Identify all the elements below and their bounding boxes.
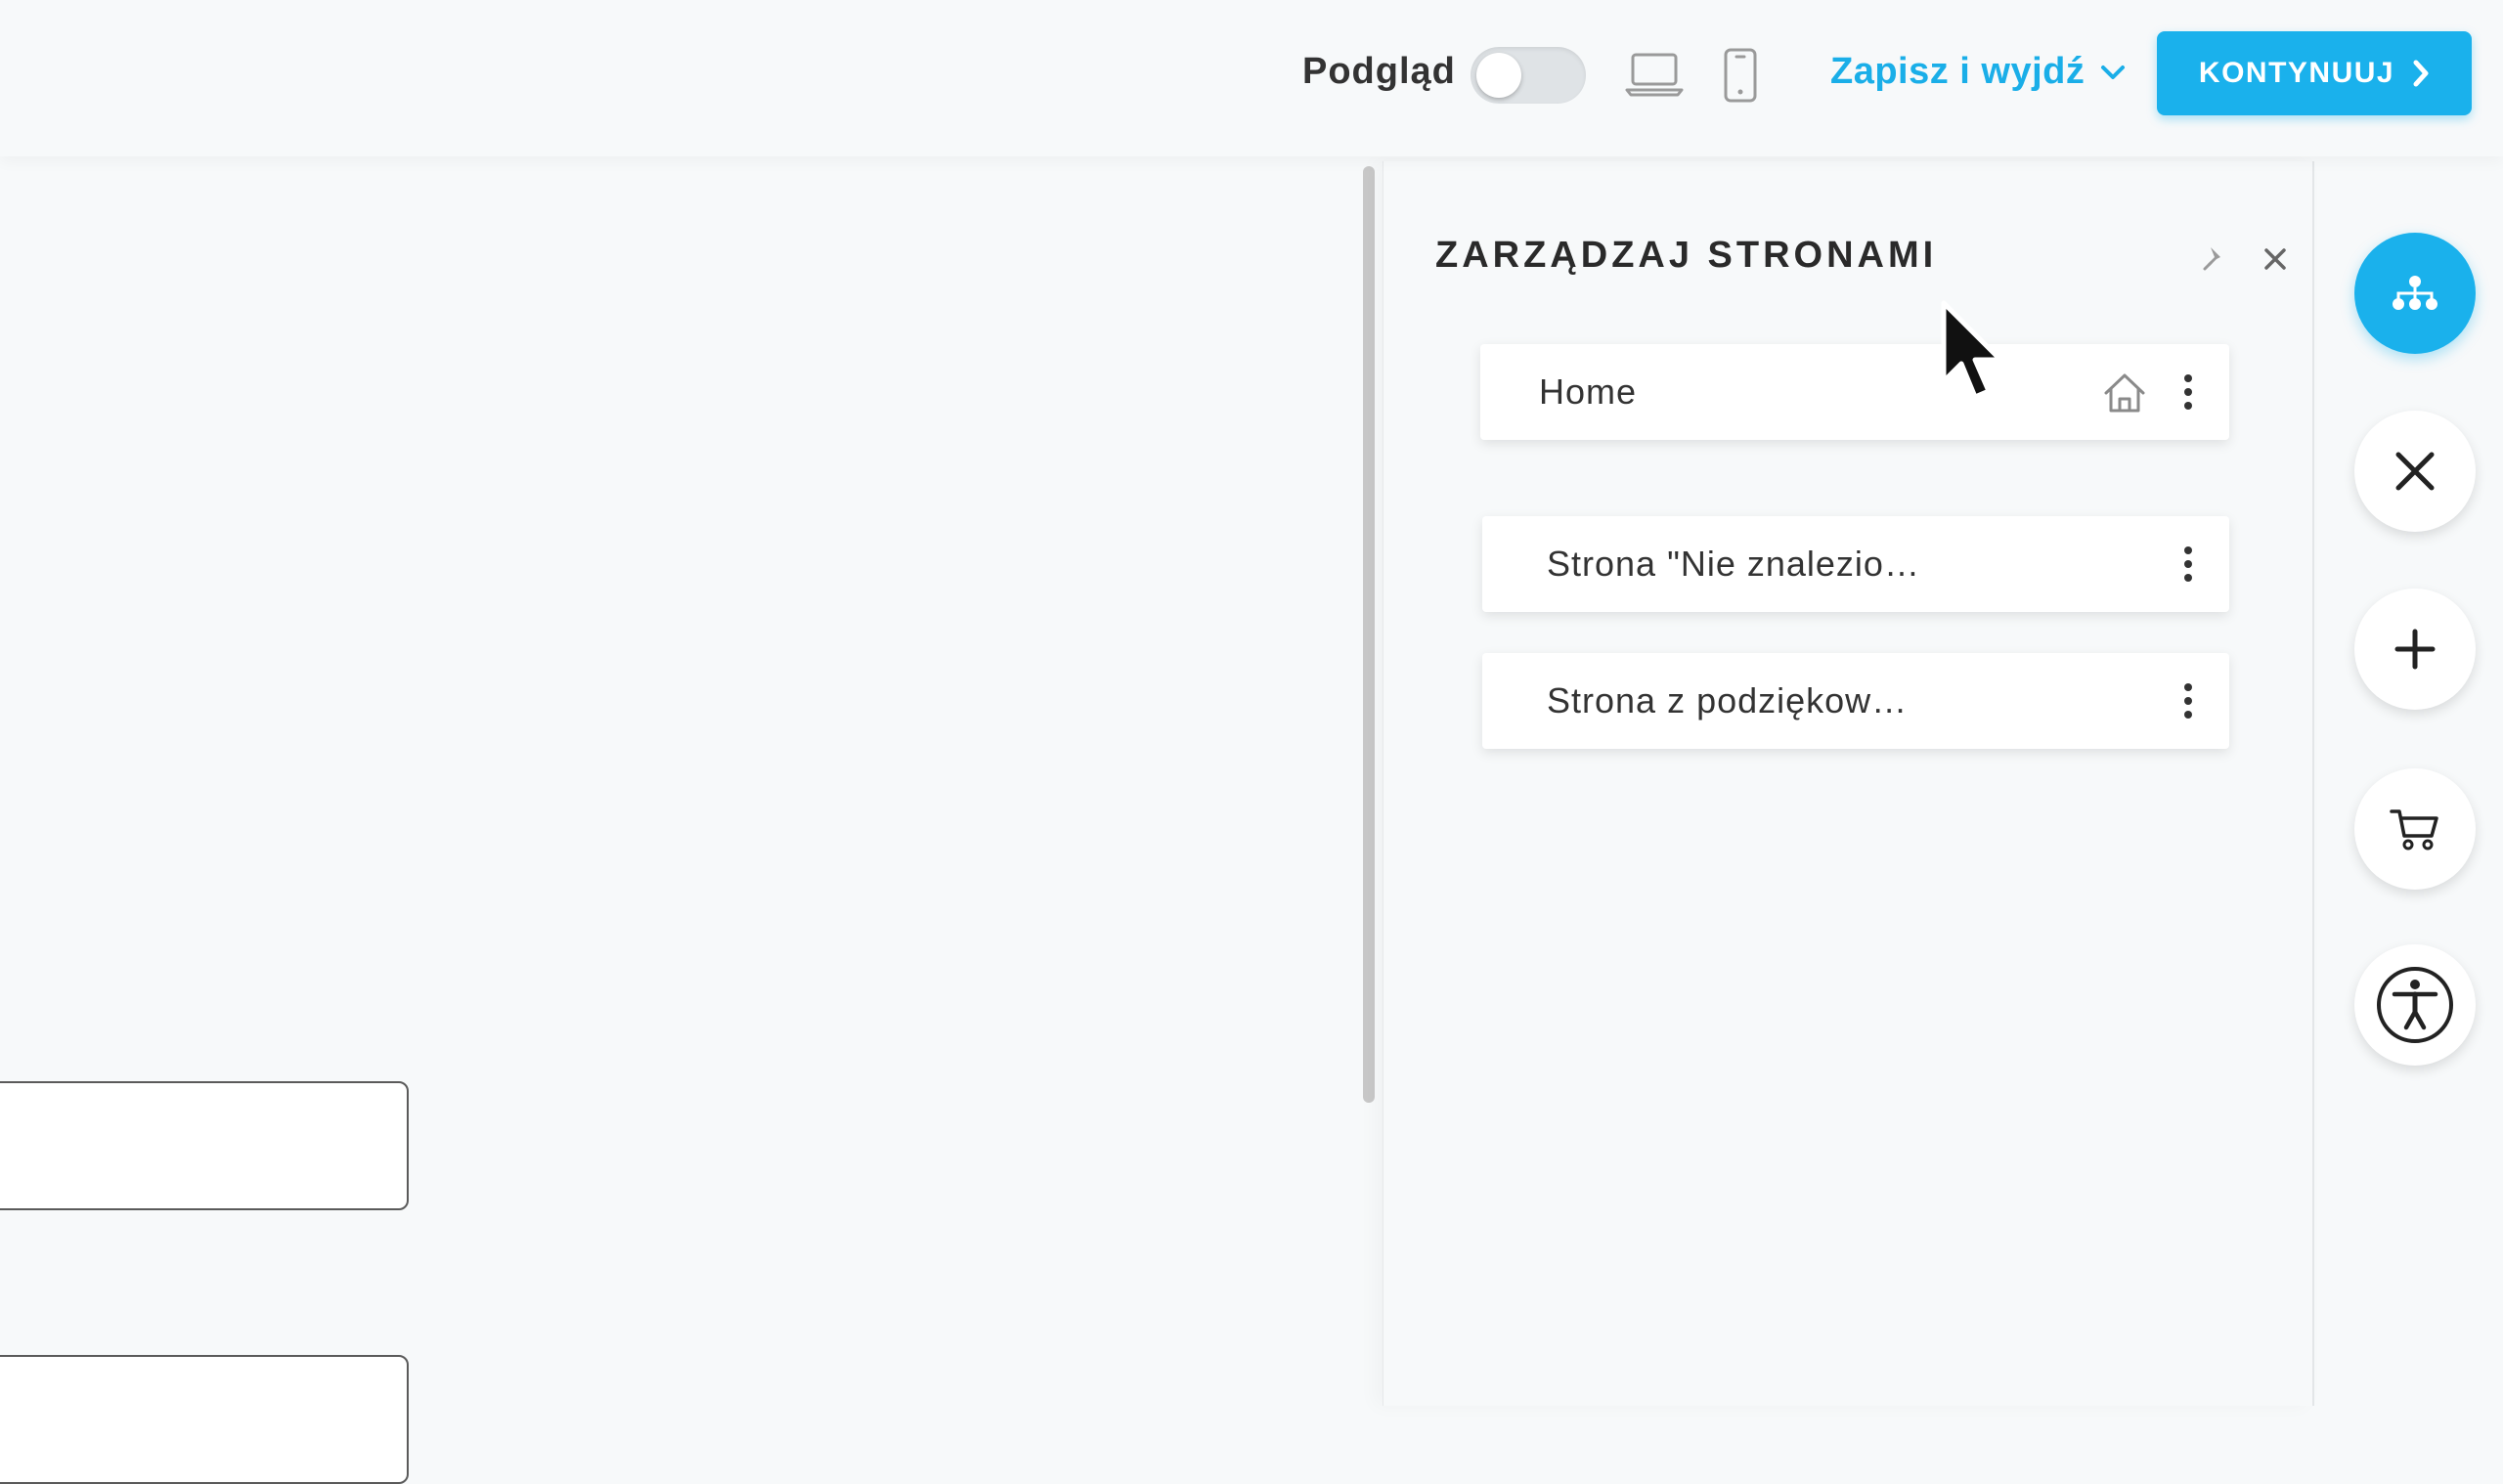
canvas-scrollbar[interactable] <box>1363 166 1375 1103</box>
page-item-label: Strona z podziękow… <box>1547 680 1909 720</box>
more-vertical-icon[interactable] <box>2182 545 2194 584</box>
more-vertical-icon[interactable] <box>2182 372 2194 412</box>
page-item-home[interactable]: Home <box>1480 344 2229 440</box>
tools-button[interactable] <box>2354 411 2476 532</box>
page-item-thank-you[interactable]: Strona z podziękow… <box>1482 653 2229 749</box>
canvas-input-box[interactable] <box>0 1081 409 1210</box>
home-icon <box>2104 373 2145 413</box>
chevron-right-icon <box>2413 60 2429 87</box>
plus-icon <box>2394 629 2436 670</box>
preview-label: Podgląd <box>1302 51 1456 92</box>
page-item-not-found[interactable]: Strona "Nie znalezio… <box>1482 516 2229 612</box>
more-vertical-icon[interactable] <box>2182 681 2194 720</box>
page-item-label: Home <box>1539 371 1638 412</box>
mouse-cursor-icon <box>1941 300 2003 400</box>
laptop-icon[interactable] <box>1625 49 1684 98</box>
continue-label: KONTYNUUJ <box>2198 57 2395 89</box>
canvas-input-box[interactable] <box>0 1355 409 1484</box>
panel-title: ZARZĄDZAJ STRONAMI <box>1435 235 1938 276</box>
add-element-button[interactable] <box>2354 589 2476 710</box>
store-button[interactable] <box>2354 768 2476 890</box>
close-icon[interactable] <box>2262 246 2288 272</box>
tools-icon <box>2395 452 2435 491</box>
toggle-knob <box>1476 53 1521 98</box>
sitemap-icon <box>2393 276 2437 310</box>
top-bar: Podgląd Zapisz i wyjdź KONTYNUUJ <box>0 0 2503 156</box>
continue-button[interactable]: KONTYNUUJ <box>2157 31 2472 115</box>
page-item-label: Strona "Nie znalezio… <box>1547 544 1920 584</box>
pin-icon[interactable] <box>2200 244 2229 274</box>
preview-toggle[interactable] <box>1471 47 1586 104</box>
chevron-down-icon <box>2101 65 2126 79</box>
pages-sitemap-button[interactable] <box>2354 233 2476 354</box>
save-and-exit-button[interactable]: Zapisz i wyjdź <box>1830 51 2126 93</box>
accessibility-button[interactable] <box>2354 944 2476 1066</box>
accessibility-icon <box>2377 967 2453 1043</box>
cart-icon <box>2390 809 2438 851</box>
mobile-icon[interactable] <box>1723 47 1758 104</box>
save-and-exit-label: Zapisz i wyjdź <box>1830 51 2086 92</box>
